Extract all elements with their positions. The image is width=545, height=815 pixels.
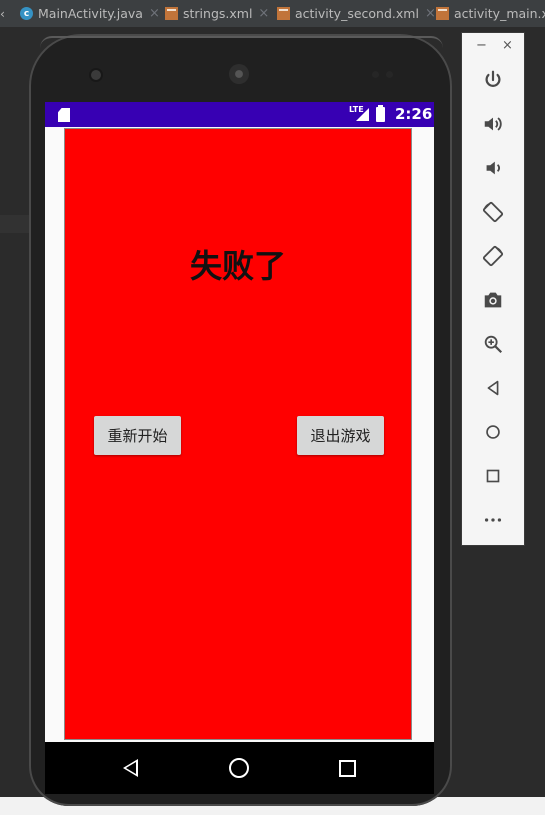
tab-scroll-left[interactable]: ‹ [0,0,5,27]
tab-label: activity_main.xm [454,6,545,21]
toolbar-header: − × [462,33,524,61]
emulator-toolbar: − × [461,32,525,546]
home-icon[interactable] [481,420,505,444]
rotate-right-icon[interactable] [481,244,505,268]
tab-activity-main-xml[interactable]: activity_main.xm [436,0,545,27]
volume-up-icon[interactable] [481,112,505,136]
close-icon[interactable]: × [258,6,269,21]
overview-icon[interactable] [481,464,505,488]
volume-down-icon[interactable] [481,156,505,180]
tab-main-activity[interactable]: c MainActivity.java × [20,0,160,27]
device-screen: LTE 2:26 失败了 重新开始 退出游戏 [45,102,434,794]
game-over-layout: 失败了 重新开始 退出游戏 [64,128,412,740]
restart-button[interactable]: 重新开始 [94,416,181,455]
xml-file-icon [165,7,178,20]
phone-top-bezel [40,36,443,48]
tab-label: activity_second.xml [295,6,419,21]
rotate-left-icon[interactable] [481,200,505,224]
editor-gutter-highlight [0,215,30,233]
battery-icon [376,105,385,122]
xml-file-icon [277,7,290,20]
sd-card-icon [58,108,70,122]
camera-icon[interactable] [481,288,505,312]
power-icon[interactable] [481,68,505,92]
close-icon[interactable]: × [502,38,513,53]
close-icon[interactable]: × [425,6,436,21]
nav-back-icon[interactable] [123,759,138,777]
xml-file-icon [436,7,449,20]
back-icon[interactable] [481,376,505,400]
chevron-left-icon[interactable]: ‹ [0,6,5,21]
tab-label: MainActivity.java [38,6,143,21]
close-icon[interactable]: × [149,6,160,21]
navigation-bar [45,742,434,794]
zoom-icon[interactable] [481,332,505,356]
java-class-icon: c [20,7,33,20]
tab-strings-xml[interactable]: strings.xml × [165,0,269,27]
minimize-icon[interactable]: − [476,38,487,53]
light-sensor [386,71,393,78]
network-type: LTE [349,105,364,114]
proximity-sensor [372,71,379,78]
front-camera [91,70,101,80]
status-bar: LTE 2:26 [45,102,434,127]
tab-activity-second-xml[interactable]: activity_second.xml × [277,0,436,27]
tab-label: strings.xml [183,6,253,21]
exit-game-button[interactable]: 退出游戏 [297,416,384,455]
editor-tab-bar: ‹ c MainActivity.java × strings.xml × ac… [0,0,545,28]
game-over-title: 失败了 [189,247,286,285]
earpiece-speaker [229,64,249,84]
nav-home-icon[interactable] [229,758,249,778]
nav-overview-icon[interactable] [339,760,356,777]
more-icon[interactable] [481,508,505,532]
status-time: 2:26 [395,105,433,123]
